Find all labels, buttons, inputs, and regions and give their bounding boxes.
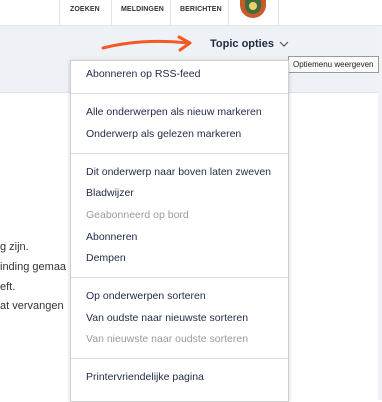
post-text-line: at vervangen [0, 300, 64, 312]
avatar[interactable] [240, 0, 266, 18]
menu-item-bookmark[interactable]: Bladwijzer [86, 187, 134, 199]
nav-messages[interactable]: BERICHTEN [180, 6, 222, 13]
menu-item-sort-newest-first: Van nieuwste naar oudste sorteren [86, 333, 249, 345]
menu-item-sort-oldest-first[interactable]: Van oudste naar nieuwste sorteren [86, 312, 248, 324]
menu-item-subscribe[interactable]: Abonneren [86, 231, 137, 243]
menu-item-float-top[interactable]: Dit onderwerp naar boven laten zweven [86, 166, 271, 178]
post-text-line: eft. [0, 281, 16, 293]
menu-item-mark-all-new[interactable]: Alle onderwerpen als nieuw markeren [86, 106, 262, 118]
menu-item-subscribed-board: Geabonneerd op bord [86, 209, 189, 221]
post-text-line: g zijn. [0, 241, 29, 253]
nav-notifications[interactable]: MELDINGEN [121, 6, 164, 13]
nav-divider [111, 0, 112, 25]
avatar-center [249, 2, 257, 10]
tooltip: Optiemenu weergeven [288, 56, 379, 73]
top-navbar: ZOEKEN MELDINGEN BERICHTEN [0, 0, 382, 26]
page-edge [378, 26, 382, 400]
nav-divider [170, 0, 171, 25]
nav-divider [278, 0, 279, 25]
post-text-line: inding gemaa [0, 261, 67, 273]
menu-item-sort-topics[interactable]: Op onderwerpen sorteren [86, 290, 206, 302]
chevron-down-icon[interactable] [279, 40, 289, 48]
menu-item-print[interactable]: Printervriendelijke pagina [86, 371, 204, 383]
topic-options-menu: Abonneren op RSS-feed Alle onderwerpen a… [70, 60, 289, 402]
menu-divider [71, 358, 288, 359]
nav-divider [59, 0, 60, 25]
annotation-arrow-icon [101, 35, 192, 52]
content-divider [0, 92, 70, 93]
menu-item-mark-read[interactable]: Onderwerp als gelezen markeren [86, 128, 241, 140]
menu-item-rss[interactable]: Abonneren op RSS-feed [86, 68, 200, 80]
menu-item-mute[interactable]: Dempen [86, 252, 126, 264]
nav-search[interactable]: ZOEKEN [70, 6, 100, 13]
menu-divider [71, 93, 288, 94]
menu-divider [71, 277, 288, 278]
topic-options-button[interactable]: Topic opties [210, 38, 274, 50]
menu-divider [71, 153, 288, 154]
nav-divider [228, 0, 229, 25]
